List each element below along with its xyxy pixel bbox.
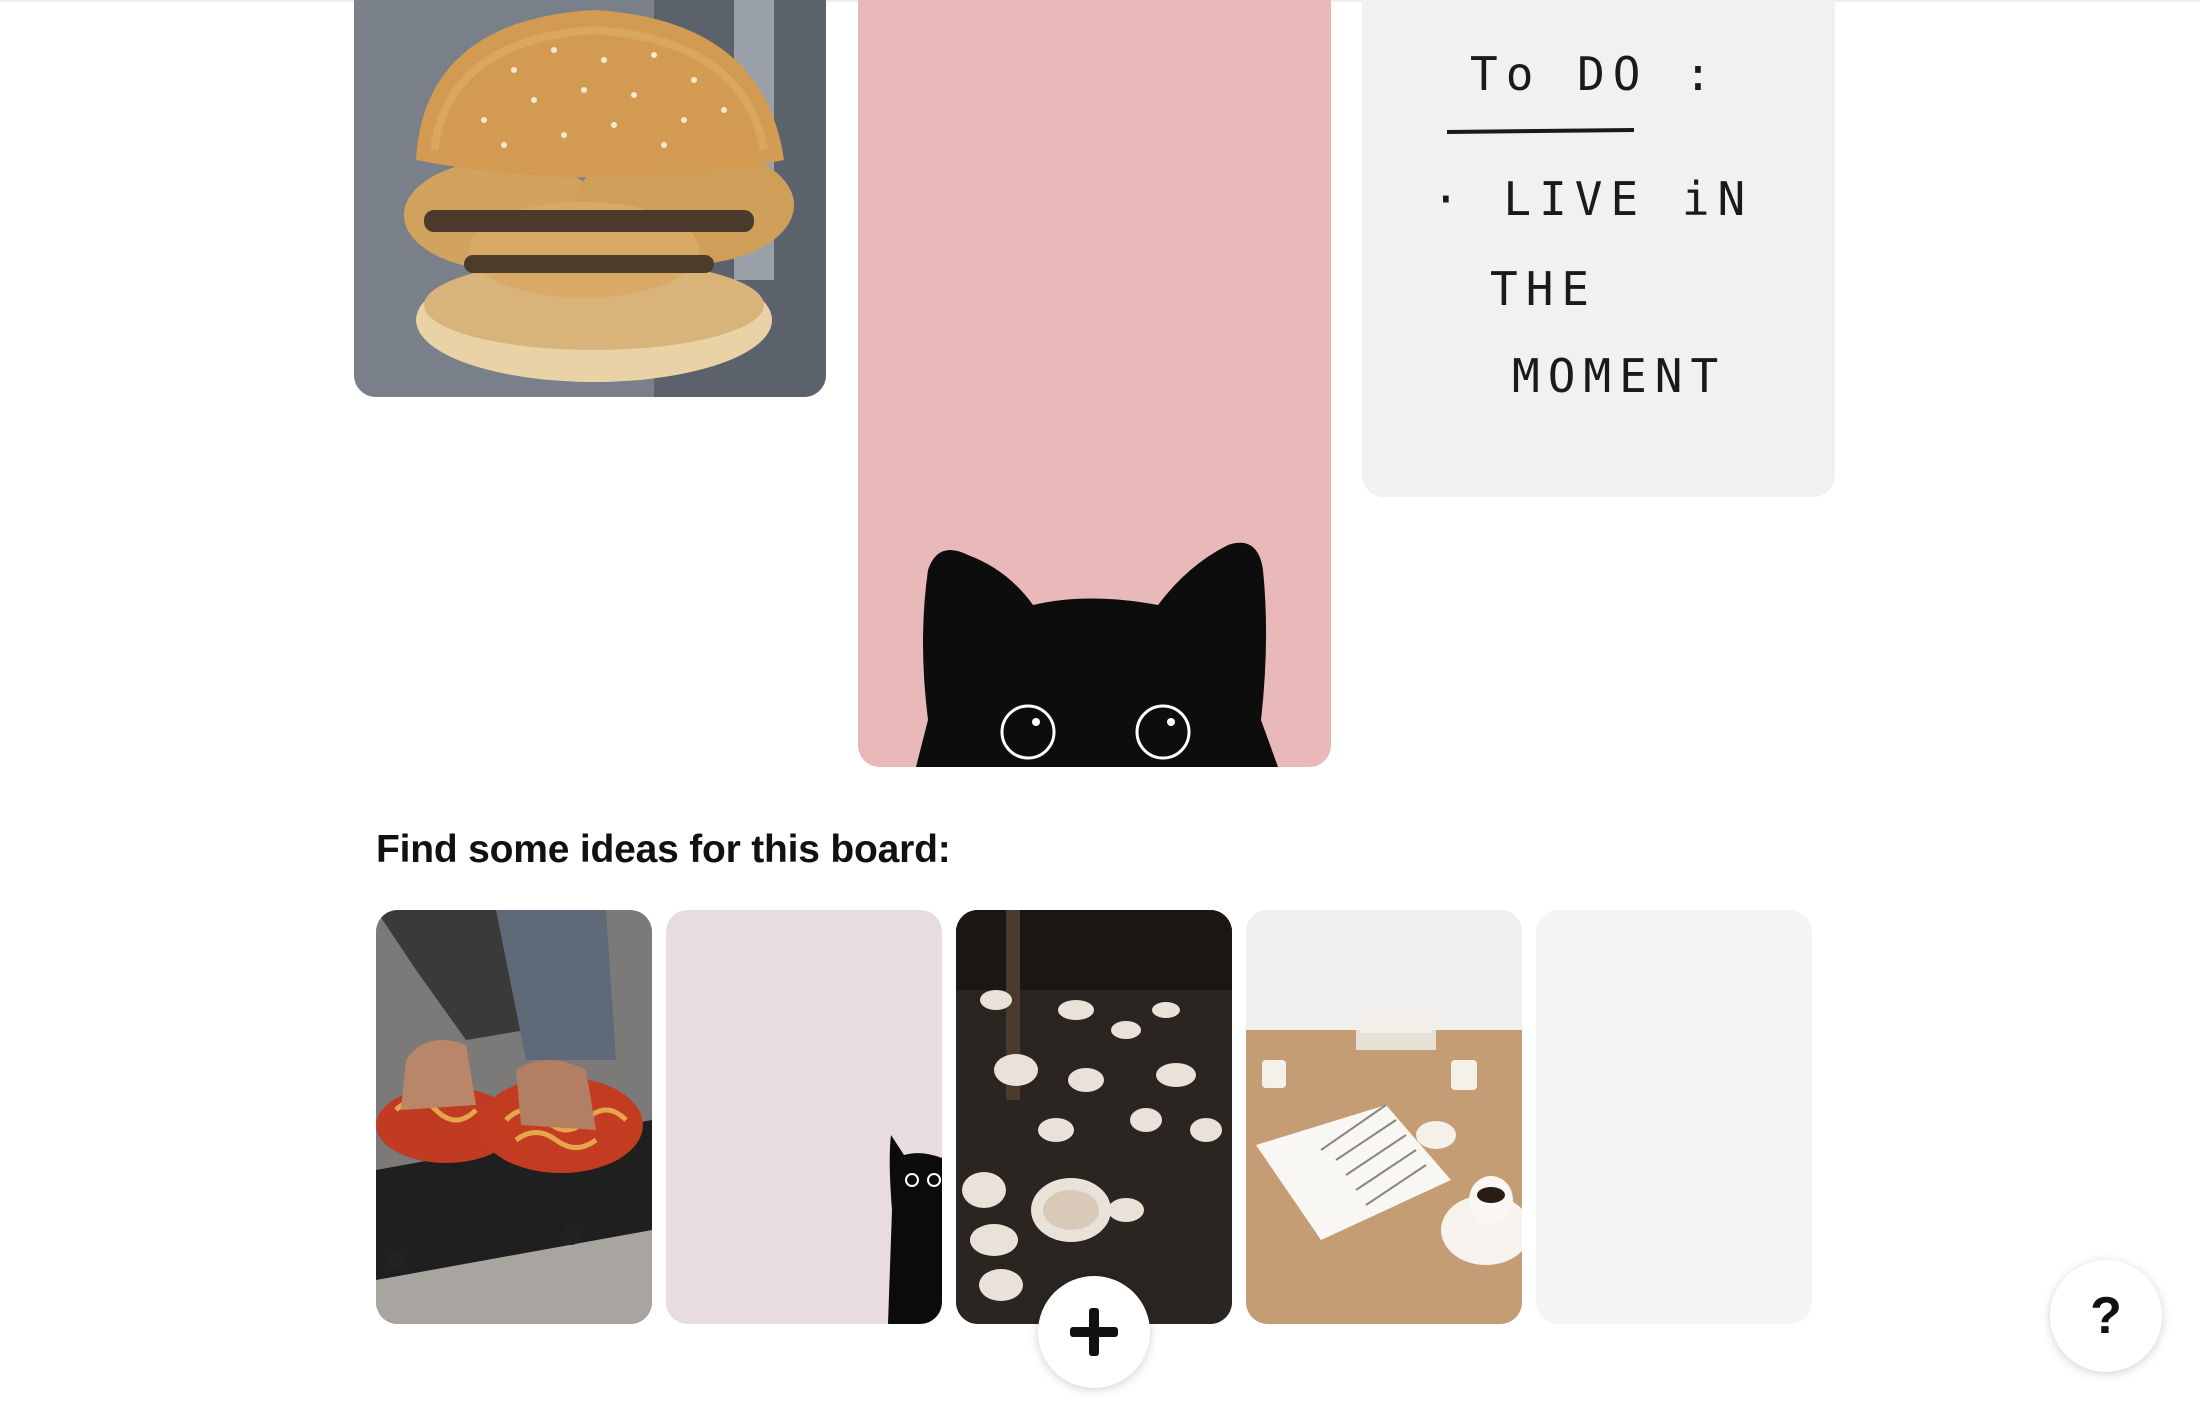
teacup-legs-idea[interactable] — [956, 910, 1232, 1324]
help-label: ? — [2090, 1287, 2122, 1345]
desk-notebook-idea[interactable] — [1246, 910, 1522, 1324]
todo-title: To DO : — [1470, 47, 1720, 101]
add-button[interactable] — [1038, 1276, 1150, 1388]
todo-note-pin[interactable]: To DO : · LIVE iN THE MOMENT — [1362, 0, 1835, 497]
ideas-heading: Find some ideas for this board: — [376, 828, 951, 871]
ceramic-teacups-image — [956, 910, 1232, 1324]
spaghetti-feet-image — [376, 910, 652, 1324]
peeking-black-cat-image — [858, 0, 1331, 767]
peeking-cat-idea[interactable] — [666, 910, 942, 1324]
cat-corner-image — [666, 910, 942, 1324]
plus-icon — [1070, 1308, 1118, 1356]
spaghetti-skateboard-idea[interactable] — [376, 910, 652, 1324]
loading-idea[interactable] — [1536, 910, 1812, 1324]
cat-wallpaper-pin[interactable] — [858, 0, 1331, 767]
handwritten-note-image: To DO : · LIVE iN THE MOMENT — [1362, 0, 1835, 497]
todo-line-1: · LIVE iN — [1432, 172, 1753, 226]
help-button[interactable]: ? — [2050, 1260, 2162, 1372]
desk-notebook-image — [1246, 910, 1522, 1324]
burger-image — [354, 0, 826, 397]
burger-pin[interactable] — [354, 0, 826, 397]
todo-line-3: MOMENT — [1512, 349, 1726, 403]
todo-line-2: THE — [1490, 262, 1597, 316]
